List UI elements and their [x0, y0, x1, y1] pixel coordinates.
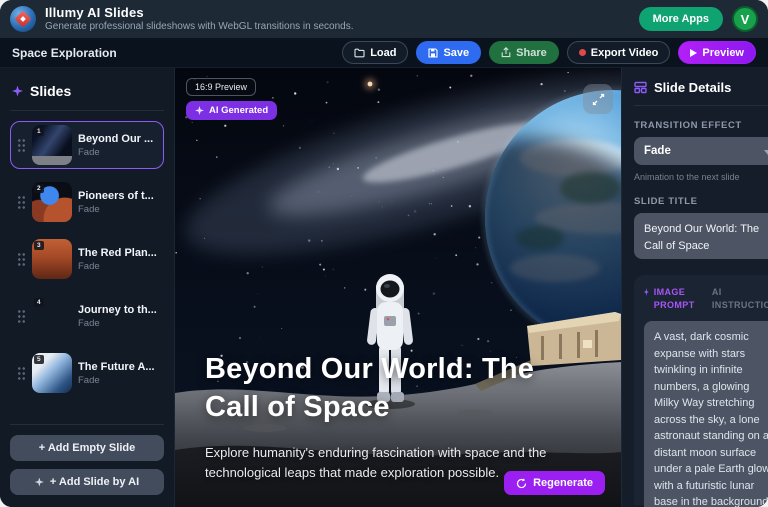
- ai-sparkle-icon: [35, 478, 44, 487]
- regenerate-button[interactable]: Regenerate: [504, 471, 605, 495]
- export-video-button[interactable]: Export Video: [567, 41, 671, 64]
- toolbar: Space Exploration Load Save Share Export…: [0, 38, 768, 68]
- add-empty-slide-button[interactable]: + Add Empty Slide: [10, 435, 164, 461]
- slide-item-1[interactable]: 1 Beyond Our ... Fade: [10, 121, 164, 169]
- prompt-tabs: IMAGE PROMPT AI INSTRUCTIONS: [644, 286, 768, 312]
- slide-preview-canvas: 16:9 Preview AI Generated Beyond Our Wor…: [175, 68, 621, 507]
- slide-number-badge: 3: [34, 241, 44, 250]
- fullscreen-expand-button[interactable]: [583, 84, 613, 114]
- slide-number-badge: 1: [34, 127, 44, 136]
- slides-sidebar: Slides 1 Beyond Our ... Fade 2: [0, 68, 175, 507]
- folder-icon: [354, 48, 365, 58]
- slide-item-5[interactable]: 5 The Future A... Fade: [10, 349, 164, 397]
- project-title: Space Exploration: [12, 46, 117, 60]
- drag-handle-icon[interactable]: [17, 195, 26, 210]
- aspect-ratio-badge: 16:9 Preview: [186, 78, 256, 96]
- slide-list: 1 Beyond Our ... Fade 2 Pioneers of t...…: [10, 121, 164, 424]
- slide-item-title: The Red Plan...: [78, 247, 157, 259]
- prompt-card: IMAGE PROMPT AI INSTRUCTIONS A vast, dar…: [634, 275, 768, 505]
- slide-title-label: SLIDE TITLE: [634, 196, 768, 207]
- slide-item-transition: Fade: [78, 318, 157, 329]
- tab-image-prompt[interactable]: IMAGE PROMPT: [644, 286, 698, 312]
- slide-item-transition: Fade: [78, 147, 153, 158]
- ai-sparkle-icon: [195, 106, 204, 115]
- slides-sparkle-icon: [12, 86, 23, 97]
- slide-title-text: Beyond Our World: The Call of Space: [205, 350, 595, 427]
- sidebar-title: Slides: [30, 83, 71, 99]
- slide-thumbnail: 5: [32, 353, 72, 393]
- slide-item-transition: Fade: [78, 204, 154, 215]
- image-prompt-input[interactable]: A vast, dark cosmic expanse with stars t…: [644, 321, 768, 507]
- slide-number-badge: 4: [34, 298, 44, 307]
- transition-select[interactable]: Fade: [634, 137, 768, 165]
- more-apps-button[interactable]: More Apps: [639, 7, 723, 31]
- slide-thumbnail: 3: [32, 239, 72, 279]
- share-icon: [501, 47, 511, 58]
- details-title: Slide Details: [654, 80, 731, 95]
- drag-handle-icon[interactable]: [17, 252, 26, 267]
- slide-item-3[interactable]: 3 The Red Plan... Fade: [10, 235, 164, 283]
- sidebar-footer: + Add Empty Slide + Add Slide by AI: [10, 424, 164, 495]
- transition-effect-label: TRANSITION EFFECT: [634, 120, 768, 131]
- slide-item-title: Beyond Our ...: [78, 133, 153, 145]
- app-logo-icon: [10, 6, 36, 32]
- app-header: Illumy AI Slides Generate professional s…: [0, 0, 768, 38]
- slide-thumbnail: 2: [32, 182, 72, 222]
- save-button[interactable]: Save: [416, 41, 481, 64]
- app-title: Illumy AI Slides: [45, 5, 354, 21]
- slide-item-2[interactable]: 2 Pioneers of t... Fade: [10, 178, 164, 226]
- prompt-sparkle-icon: [644, 288, 649, 296]
- slide-title-input[interactable]: Beyond Our World: The Call of Space: [634, 213, 768, 259]
- slide-item-transition: Fade: [78, 375, 155, 386]
- slide-item-title: The Future A...: [78, 361, 155, 373]
- play-icon: [690, 49, 697, 57]
- floppy-icon: [428, 48, 438, 58]
- app-window: Illumy AI Slides Generate professional s…: [0, 0, 768, 507]
- share-button[interactable]: Share: [489, 41, 559, 64]
- add-slide-by-ai-button[interactable]: + Add Slide by AI: [10, 469, 164, 495]
- ai-generated-badge: AI Generated: [186, 101, 277, 120]
- sidebar-header: Slides: [10, 78, 164, 111]
- slide-number-badge: 5: [34, 355, 44, 364]
- slide-item-4[interactable]: 4 Journey to th... Fade: [10, 292, 164, 340]
- preview-button[interactable]: Preview: [678, 41, 756, 64]
- slide-item-title: Pioneers of t...: [78, 190, 154, 202]
- transition-hint: Animation to the next slide: [634, 172, 768, 182]
- tab-ai-instructions[interactable]: AI INSTRUCTIONS: [712, 286, 768, 312]
- slide-thumbnail: 1: [32, 125, 72, 165]
- app-tagline: Generate professional slideshows with We…: [45, 21, 354, 34]
- slide-item-transition: Fade: [78, 261, 157, 272]
- record-dot-icon: [579, 49, 586, 56]
- slide-number-badge: 2: [34, 184, 44, 193]
- layout-icon: [634, 81, 647, 94]
- slide-text-overlay: Beyond Our World: The Call of Space Expl…: [205, 350, 595, 484]
- drag-handle-icon[interactable]: [17, 309, 26, 324]
- details-header: Slide Details: [634, 80, 768, 106]
- drag-handle-icon[interactable]: [17, 138, 26, 153]
- slide-details-panel: Slide Details TRANSITION EFFECT Fade Ani…: [621, 68, 768, 507]
- load-button[interactable]: Load: [342, 41, 408, 64]
- chevron-down-icon: [764, 150, 768, 155]
- expand-arrows-icon: [592, 93, 605, 106]
- drag-handle-icon[interactable]: [17, 366, 26, 381]
- user-avatar[interactable]: V: [732, 6, 758, 32]
- slide-thumbnail: 4: [32, 296, 72, 336]
- app-title-block: Illumy AI Slides Generate professional s…: [45, 5, 354, 34]
- slide-item-title: Journey to th...: [78, 304, 157, 316]
- refresh-icon: [516, 478, 527, 489]
